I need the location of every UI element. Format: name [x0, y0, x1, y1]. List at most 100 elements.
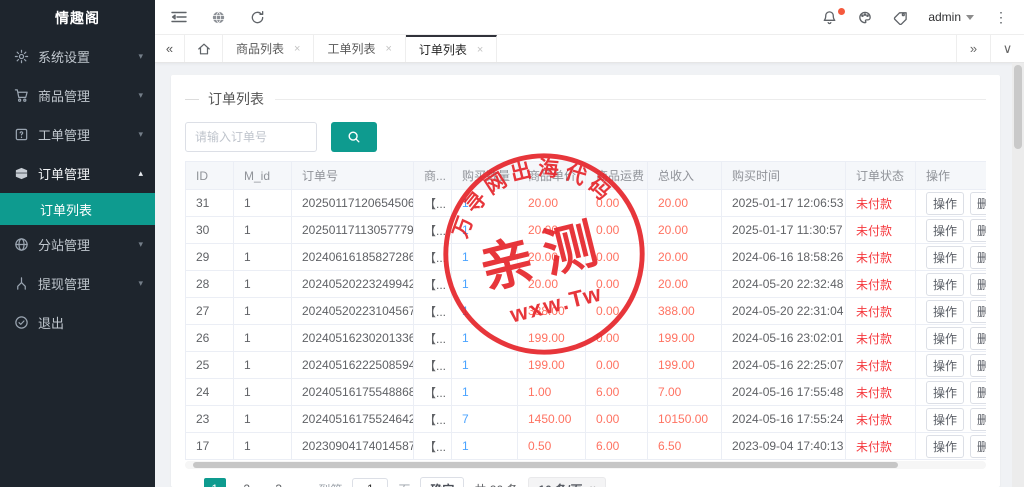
- cell-actions: 操作删除: [915, 351, 986, 379]
- row-action-button[interactable]: 操作: [926, 218, 965, 242]
- cell-actions: 操作删除: [915, 297, 986, 325]
- cell-quantity[interactable]: 1: [451, 270, 518, 298]
- ticket-icon: [14, 127, 29, 142]
- row-delete-button[interactable]: 删除: [970, 407, 986, 431]
- row-action-button[interactable]: 操作: [926, 191, 965, 215]
- row-delete-button[interactable]: 删除: [970, 245, 986, 269]
- vertical-scrollbar[interactable]: [1012, 63, 1024, 487]
- cell-product: 【...: [413, 297, 452, 325]
- refresh-icon[interactable]: [250, 10, 265, 25]
- cell-order-no: 20240516230201336: [291, 324, 414, 352]
- row-delete-button[interactable]: 删除: [970, 191, 986, 215]
- cell-unit-price: 199.00: [517, 324, 586, 352]
- page-button-2[interactable]: 2: [236, 478, 258, 487]
- row-delete-button[interactable]: 删除: [970, 218, 986, 242]
- language-globe-icon[interactable]: [211, 10, 226, 25]
- chevron-down-icon: ∨: [589, 484, 596, 487]
- row-action-button[interactable]: 操作: [926, 407, 965, 431]
- row-action-button[interactable]: 操作: [926, 299, 965, 323]
- cell-time: 2024-06-16 18:58:26: [721, 243, 846, 271]
- row-delete-button[interactable]: 删除: [970, 353, 986, 377]
- sidebar-item-substation-management[interactable]: 分站管理 ▾: [0, 225, 155, 264]
- cell-quantity[interactable]: 1: [451, 324, 518, 352]
- close-icon[interactable]: ×: [385, 43, 391, 55]
- prev-page-icon[interactable]: ‹: [185, 481, 194, 487]
- row-action-button[interactable]: 操作: [926, 326, 965, 350]
- cell-id: 25: [185, 351, 234, 379]
- cell-freight: 0.00: [585, 405, 648, 433]
- cell-time: 2024-05-16 17:55:24: [721, 405, 846, 433]
- cell-quantity[interactable]: 7: [451, 405, 518, 433]
- page-size-select[interactable]: 10 条/页 ∨: [528, 477, 607, 487]
- cell-quantity[interactable]: 1: [451, 243, 518, 271]
- goto-page-input[interactable]: [352, 478, 389, 487]
- close-icon[interactable]: ×: [477, 44, 483, 56]
- sidebar-item-system-settings[interactable]: 系统设置 ▾: [0, 37, 155, 76]
- row-delete-button[interactable]: 删除: [970, 434, 986, 458]
- cell-quantity[interactable]: 1: [451, 216, 518, 244]
- row-delete-button[interactable]: 删除: [970, 326, 986, 350]
- sidebar-item-label: 商品管理: [38, 89, 91, 104]
- row-action-button[interactable]: 操作: [926, 245, 965, 269]
- sidebar-item-withdrawal-management[interactable]: 提现管理 ▾: [0, 264, 155, 303]
- cell-income: 7.00: [647, 378, 722, 406]
- search-button[interactable]: [331, 122, 377, 152]
- next-page-icon[interactable]: ›: [300, 481, 309, 487]
- col-header-order-no: 订单号: [291, 161, 414, 190]
- confirm-button[interactable]: 确定: [420, 477, 465, 487]
- close-icon[interactable]: ×: [294, 43, 300, 55]
- sidebar-item-order-management[interactable]: 订单管理 ▴: [0, 154, 155, 193]
- row-action-button[interactable]: 操作: [926, 380, 965, 404]
- tag-icon[interactable]: [893, 10, 908, 25]
- cell-quantity[interactable]: 1: [451, 351, 518, 379]
- sidebar-item-logout[interactable]: 退出: [0, 303, 155, 342]
- palette-icon[interactable]: [857, 10, 873, 25]
- cell-quantity[interactable]: 1: [451, 432, 518, 460]
- sidebar-item-label: 分站管理: [38, 238, 91, 253]
- tab-product-list[interactable]: 商品列表 ×: [223, 35, 315, 62]
- fold-menu-icon[interactable]: [171, 10, 187, 24]
- row-action-button[interactable]: 操作: [926, 272, 965, 296]
- cell-status: 未付款: [845, 216, 916, 244]
- tab-order-list[interactable]: 订单列表 ×: [405, 35, 498, 62]
- vertical-scrollbar-thumb[interactable]: [1014, 65, 1022, 149]
- more-options-icon[interactable]: ⋮: [994, 9, 1008, 26]
- cell-mid: 1: [233, 243, 292, 271]
- cell-actions: 操作删除: [915, 405, 986, 433]
- page-button-1[interactable]: 1: [203, 478, 226, 487]
- table-row: 27 1 20240520223104567 【... 1 388.00 0.00 388.0…: [185, 297, 986, 325]
- tabs-scroll-left-icon[interactable]: «: [155, 35, 185, 62]
- bell-icon[interactable]: [822, 7, 846, 25]
- table-row: 25 1 20240516222508594 【... 1 199.00 0.00 199.0…: [185, 351, 986, 379]
- row-delete-button[interactable]: 删除: [970, 272, 986, 296]
- home-tab[interactable]: [185, 35, 223, 62]
- cell-status: 未付款: [845, 432, 916, 460]
- row-delete-button[interactable]: 删除: [970, 380, 986, 404]
- cell-order-no: 20240616185827286: [291, 243, 414, 271]
- page-button-3[interactable]: 3: [268, 478, 290, 487]
- chevron-down-icon: [966, 14, 974, 20]
- row-action-button[interactable]: 操作: [926, 353, 965, 377]
- horizontal-scrollbar[interactable]: [185, 461, 986, 469]
- cell-mid: 1: [233, 405, 292, 433]
- row-delete-button[interactable]: 删除: [970, 299, 986, 323]
- cell-quantity[interactable]: 1: [451, 378, 518, 406]
- row-action-button[interactable]: 操作: [926, 434, 965, 458]
- horizontal-scrollbar-thumb[interactable]: [193, 462, 898, 468]
- total-count-label: 共 26 条: [474, 481, 518, 487]
- cell-actions: 操作删除: [915, 432, 986, 460]
- sidebar-item-ticket-management[interactable]: 工单管理 ▾: [0, 115, 155, 154]
- cell-quantity[interactable]: 1: [451, 297, 518, 325]
- sidebar-item-product-management[interactable]: 商品管理 ▾: [0, 76, 155, 115]
- col-header-quantity: 购买数量: [451, 161, 518, 190]
- tabs-scroll-right-icon[interactable]: »: [956, 35, 990, 62]
- tab-ticket-list[interactable]: 工单列表 ×: [314, 35, 406, 62]
- cell-status: 未付款: [845, 243, 916, 271]
- cell-quantity[interactable]: 1: [451, 189, 518, 217]
- sidebar-subitem-order-list[interactable]: 订单列表: [0, 193, 155, 225]
- col-header-id: ID: [185, 161, 234, 190]
- user-menu[interactable]: admin: [928, 10, 974, 24]
- tabs-menu-chevron-icon[interactable]: ∨: [990, 35, 1024, 62]
- cell-unit-price: 20.00: [517, 216, 586, 244]
- order-number-input[interactable]: [185, 122, 317, 152]
